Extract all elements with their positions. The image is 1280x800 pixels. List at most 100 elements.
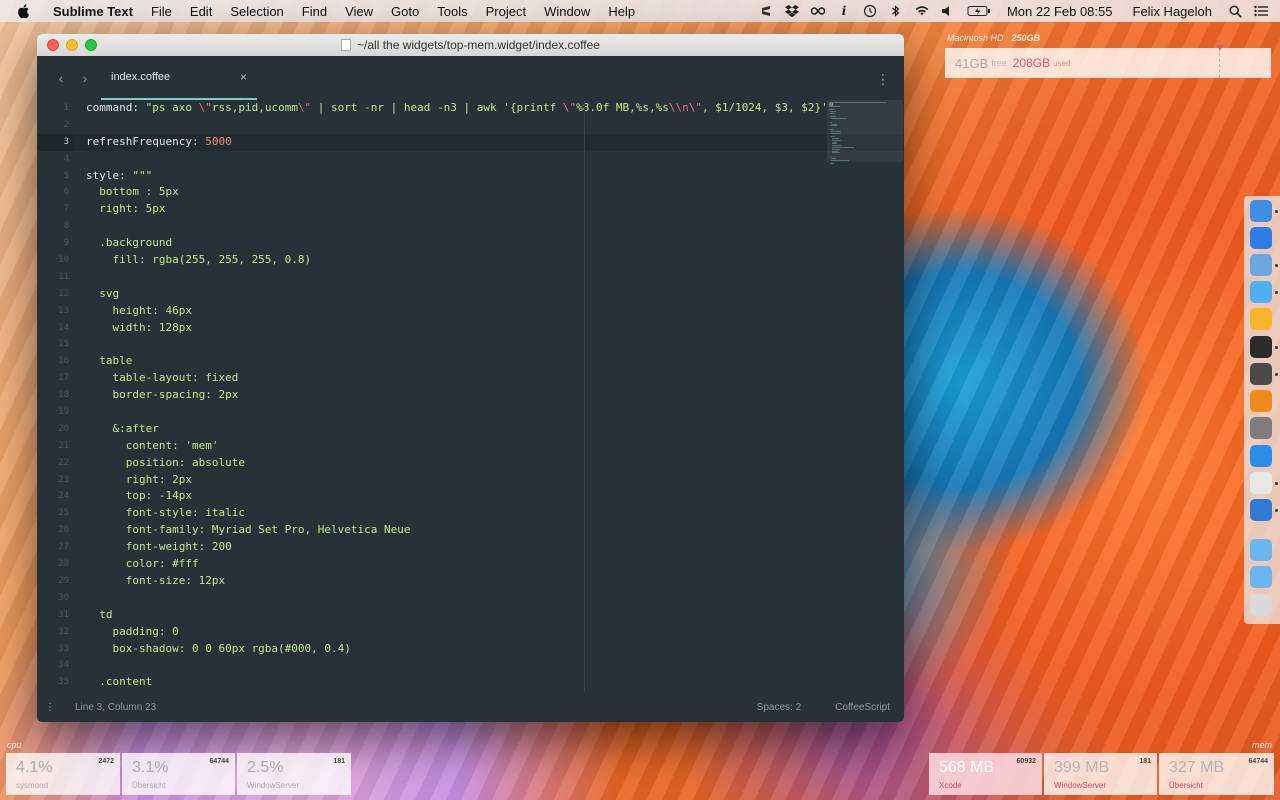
finder-icon[interactable] (1250, 200, 1272, 222)
tab-menu-icon[interactable]: ⋮ (876, 71, 890, 88)
code-line[interactable]: color: #fff (86, 556, 834, 573)
code-token: \" (297, 101, 312, 114)
cpu-process-name: Übersicht (132, 781, 166, 790)
window-titlebar[interactable]: ~/all the widgets/top-mem.widget/index.c… (37, 34, 904, 56)
terminal-icon[interactable] (1250, 336, 1272, 358)
xcode-icon[interactable] (1250, 499, 1272, 521)
code-line[interactable]: svg (86, 286, 834, 303)
code-line[interactable]: style: """ (86, 168, 834, 185)
wifi-icon[interactable] (915, 4, 929, 18)
code-line[interactable]: table-layout: fixed (86, 370, 834, 387)
code-line[interactable]: .background (86, 235, 834, 252)
code-line[interactable]: right: 5px (86, 201, 834, 218)
tab-close-icon[interactable]: × (240, 70, 247, 84)
running-indicator (1275, 264, 1278, 267)
disk-name: Macintosh HD (947, 33, 1004, 43)
system-preferences-icon[interactable] (1250, 417, 1272, 439)
minimap[interactable] (827, 100, 903, 692)
code-line[interactable] (86, 404, 834, 421)
cpu-pid: 64744 (209, 758, 229, 765)
code-line[interactable] (86, 218, 834, 235)
code-line[interactable] (86, 657, 834, 674)
code-line[interactable]: fill: rgba(255, 255, 255, 0.8) (86, 252, 834, 269)
code-line[interactable]: border-spacing: 2px (86, 387, 834, 404)
line-number: 10 (58, 255, 69, 266)
infinity-icon[interactable] (810, 4, 825, 18)
code-line[interactable]: command: "ps axo \"rss,pid,ucomm\" | sor… (86, 100, 834, 117)
dropbox-icon[interactable] (784, 4, 799, 18)
code-line[interactable]: table (86, 353, 834, 370)
code-line[interactable]: bottom : 5px (86, 184, 834, 201)
code-line[interactable]: top: -14px (86, 488, 834, 505)
menu-view[interactable]: View (336, 4, 382, 19)
menu-goto[interactable]: Goto (382, 4, 428, 19)
applications-folder-icon[interactable] (1250, 539, 1272, 561)
code-line[interactable] (86, 590, 834, 607)
code-token: table (86, 354, 133, 368)
code-line[interactable]: font-style: italic (86, 505, 834, 522)
notification-center-icon[interactable] (1254, 4, 1268, 18)
menu-find[interactable]: Find (293, 4, 336, 19)
code-line[interactable]: right: 2px (86, 472, 834, 489)
menu-edit[interactable]: Edit (181, 4, 221, 19)
code-line[interactable]: font-size: 12px (86, 573, 834, 590)
status-menu-icon[interactable]: ⋮ (41, 702, 59, 713)
trash-icon[interactable] (1250, 594, 1272, 616)
code-editor[interactable]: 1 2 3 4 5 6 7 8 9 10 11 12 13 14 15 16 17 18 19 20 21 22 23 24 2… (37, 100, 904, 692)
bluetooth-icon[interactable] (889, 4, 903, 18)
tab-index-coffee[interactable]: index.coffee × (101, 56, 257, 100)
volume-icon[interactable] (941, 4, 955, 18)
code-line[interactable] (86, 151, 834, 168)
search-icon[interactable] (1228, 4, 1242, 18)
code-area[interactable]: command: "ps axo \"rss,pid,ucomm\" | sor… (86, 100, 834, 691)
menu-tools[interactable]: Tools (428, 4, 476, 19)
pages-icon[interactable] (1250, 390, 1272, 412)
menu-project[interactable]: Project (477, 4, 535, 19)
menu-help[interactable]: Help (599, 4, 644, 19)
tab-nav-forward-button[interactable]: › (73, 70, 97, 86)
slack-icon[interactable] (1250, 472, 1272, 494)
menu-window[interactable]: Window (535, 4, 599, 19)
code-line[interactable]: font-family: Myriad Set Pro, Helvetica N… (86, 522, 834, 539)
line-number: 8 (63, 221, 69, 232)
line-number: 33 (58, 643, 69, 654)
code-line[interactable]: &:after (86, 421, 834, 438)
cursor-position[interactable]: Line 3, Column 23 (75, 702, 156, 713)
code-line[interactable] (86, 269, 834, 286)
cpu-process-2: 3.1% 64744 Übersicht (122, 753, 235, 795)
code-line[interactable] (86, 336, 834, 353)
menu-selection[interactable]: Selection (221, 4, 292, 19)
menu-clock[interactable]: Mon 22 Feb 08:55 (997, 4, 1123, 19)
apple-menu-icon[interactable] (16, 3, 32, 19)
code-line[interactable]: content: 'mem' (86, 438, 834, 455)
time-machine-icon[interactable] (863, 4, 877, 18)
battery-icon[interactable] (967, 4, 991, 18)
preview-icon[interactable] (1250, 254, 1272, 276)
code-line[interactable]: refreshFrequency: 5000 (86, 134, 834, 151)
disk-used-label: used (1053, 58, 1071, 68)
app-store-icon[interactable] (1250, 445, 1272, 467)
menu-file[interactable]: File (142, 4, 181, 19)
safari-icon[interactable] (1250, 227, 1272, 249)
code-line[interactable]: position: absolute (86, 455, 834, 472)
line-number: 28 (58, 559, 69, 570)
tab-nav-back-button[interactable]: ‹ (49, 70, 73, 86)
code-line[interactable]: width: 128px (86, 320, 834, 337)
syntax-setting[interactable]: CoffeeScript (835, 702, 890, 713)
code-line[interactable]: box-shadow: 0 0 60px rgba(#000, 0.4) (86, 641, 834, 658)
sublime-text-icon[interactable] (1250, 363, 1272, 385)
downloads-folder-icon[interactable] (1250, 566, 1272, 588)
code-line[interactable]: height: 46px (86, 303, 834, 320)
code-line[interactable]: font-weight: 200 (86, 539, 834, 556)
code-line[interactable] (86, 117, 834, 134)
user-menu[interactable]: Felix Hageloh (1123, 4, 1223, 19)
sublime-tray-icon[interactable] (759, 4, 773, 18)
code-line[interactable]: .content (86, 674, 834, 691)
sketch-icon[interactable] (1250, 308, 1272, 330)
app-menu[interactable]: Sublime Text (44, 4, 142, 19)
info-icon[interactable]: i (837, 4, 851, 18)
indentation-setting[interactable]: Spaces: 2 (757, 702, 801, 713)
code-line[interactable]: padding: 0 (86, 624, 834, 641)
messages-icon[interactable] (1250, 281, 1272, 303)
code-line[interactable]: td (86, 607, 834, 624)
